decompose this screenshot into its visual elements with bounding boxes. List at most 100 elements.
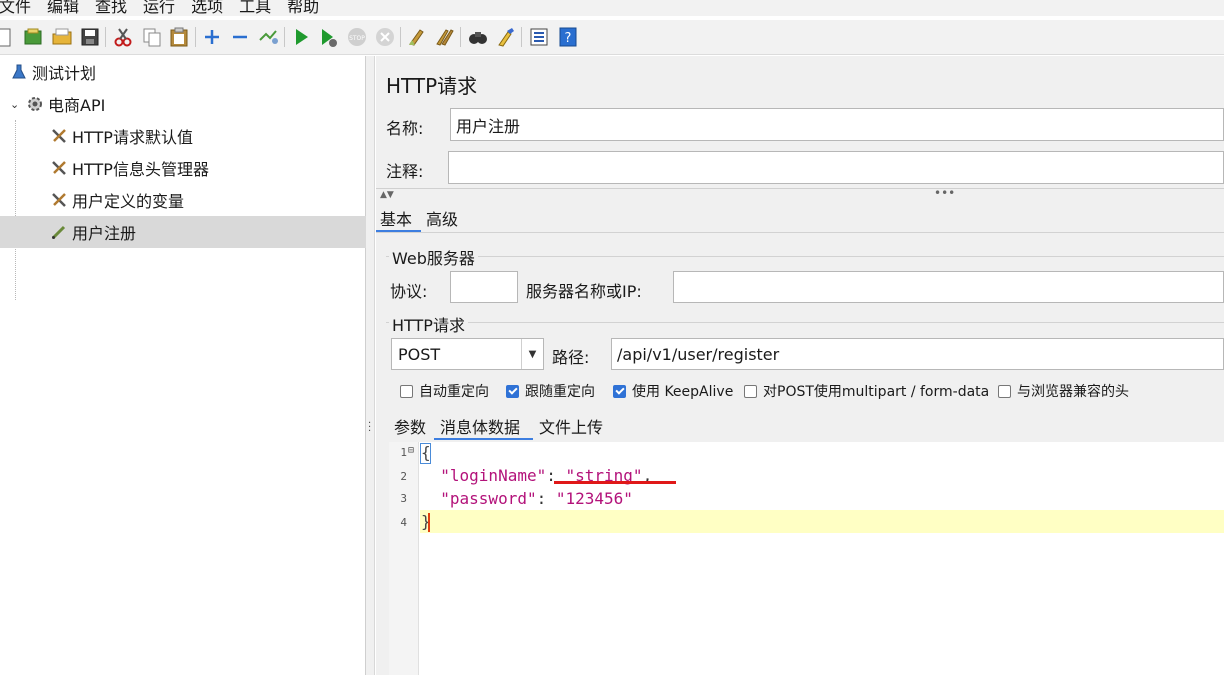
tree-item-thread-group[interactable]: ⌄ 电商API [0,88,366,120]
help-icon[interactable]: ? [557,26,579,48]
server-field[interactable] [673,271,1224,303]
code-key: "password" [440,489,537,508]
reset-search-icon[interactable] [495,26,517,48]
checkbox-box[interactable] [998,384,1011,398]
search-icon[interactable] [467,26,489,48]
paste-icon[interactable] [168,26,190,48]
path-field[interactable]: /api/v1/user/register [611,338,1224,370]
function-helper-icon[interactable] [528,26,550,48]
test-plan-tree: 测试计划 ⌄ 电商API HTTP请求默认值 HTTP信息头管理器 用户定义的变… [0,56,366,675]
svg-text:?: ? [565,31,572,46]
template-icon[interactable] [22,26,44,48]
annotation-underline [554,481,676,484]
shutdown-icon[interactable] [374,26,396,48]
config-tool-icon [50,127,68,145]
comment-label: 注释: [386,162,424,181]
group-border [386,256,1224,257]
tree-item-user-register[interactable]: 用户注册 [0,216,366,248]
clear-all-icon[interactable] [434,26,456,48]
collapse-arrows-icon[interactable]: ▲▼ [380,190,394,200]
menu-file[interactable]: 文件 [0,0,39,17]
web-server-group-title: Web服务器 [389,245,478,269]
fold-collapse-icon[interactable]: ⊟ [408,445,414,456]
follow-redirect-checkbox[interactable]: 跟随重定向 [506,381,595,401]
copy-icon[interactable] [141,26,163,48]
test-plan-icon [10,63,28,81]
menu-edit[interactable]: 编辑 [39,0,87,17]
code-line-3: "password": "123456" [421,489,633,508]
tab-parameters[interactable]: 参数 [394,414,426,438]
tab-basic[interactable]: 基本 [380,206,412,230]
tree-item-http-defaults[interactable]: HTTP请求默认值 [0,120,366,152]
menu-bar: 文件 编辑 查找 运行 选项 工具 帮助 [0,0,1224,16]
comment-field[interactable] [448,151,1224,184]
new-icon[interactable] [0,26,14,48]
stop-icon[interactable]: STOP [346,26,368,48]
auto-redirect-checkbox[interactable]: 自动重定向 [400,381,489,401]
toggle-icon[interactable] [257,26,279,48]
code-colon: : [536,489,556,508]
start-no-pause-icon[interactable] [317,26,339,48]
tab-advanced[interactable]: 高级 [426,206,458,230]
tab-body-data[interactable]: 消息体数据 [440,414,520,438]
tree-item-label: HTTP信息头管理器 [72,160,209,179]
browser-headers-checkbox[interactable]: 与浏览器兼容的头 [998,381,1129,401]
tree-item-label: 用户注册 [72,224,137,243]
checkbox-box[interactable] [744,384,757,398]
checkbox-label: 对POST使用multipart / form-data [763,384,990,400]
chevron-down-icon[interactable]: ▼ [521,339,543,369]
collapse-icon[interactable] [229,26,251,48]
splitter-grip-icon[interactable]: · · · [368,419,372,437]
line-number: 4 [400,516,407,529]
sampler-editor-panel: HTTP请求 名称: 用户注册 注释: ▲▼ ••• 基本 高级 Web服务器 … [376,56,1224,675]
tree-item-user-variables[interactable]: 用户定义的变量 [0,184,366,216]
start-icon[interactable] [290,26,312,48]
save-icon[interactable] [79,26,101,48]
panel-splitter[interactable]: · · · [366,56,375,675]
checkbox-box[interactable] [613,384,626,398]
method-select[interactable]: POST ▼ [391,338,544,370]
tree-item-label: 测试计划 [32,64,97,83]
menu-options[interactable]: 选项 [183,0,231,17]
checkbox-label: 与浏览器兼容的头 [1017,384,1129,400]
menu-search[interactable]: 查找 [87,0,135,17]
tree-item-header-manager[interactable]: HTTP信息头管理器 [0,152,366,184]
menu-run[interactable]: 运行 [135,0,183,17]
chevron-down-icon[interactable]: ⌄ [10,98,22,111]
open-icon[interactable] [51,26,73,48]
toolbar: STOP ? [0,20,1224,55]
checkbox-box[interactable] [506,384,519,398]
name-field[interactable]: 用户注册 [450,108,1224,141]
thread-group-gear-icon [26,95,44,113]
code-open-brace: { [421,443,431,462]
path-label: 路径: [552,348,590,367]
cut-icon[interactable] [112,26,134,48]
tab-body-data-indicator [434,438,533,440]
body-data-editor[interactable]: 1 ⊟ 2 3 4 { "loginName": "string", "pass… [389,442,1224,675]
menu-tools[interactable]: 工具 [231,0,279,17]
sampler-pen-icon [50,223,68,241]
collapse-divider[interactable]: ▲▼ ••• [376,186,1224,200]
expand-icon[interactable] [201,26,223,48]
checkbox-box[interactable] [400,384,413,398]
protocol-label: 协议: [390,282,428,301]
svg-text:STOP: STOP [349,35,365,42]
keepalive-checkbox[interactable]: 使用 KeepAlive [613,381,733,401]
checkbox-label: 使用 KeepAlive [632,384,734,400]
protocol-field[interactable] [450,271,518,303]
tab-file-upload[interactable]: 文件上传 [539,414,603,438]
page-title: HTTP请求 [386,74,478,98]
tree-item-test-plan[interactable]: 测试计划 [0,56,366,88]
current-line-highlight [420,510,1224,533]
server-label: 服务器名称或IP: [526,282,642,301]
clear-icon[interactable] [406,26,428,48]
tree-item-label: 用户定义的变量 [72,192,185,211]
divider-grip-icon[interactable]: ••• [934,186,955,200]
line-number: 3 [400,492,407,505]
multipart-checkbox[interactable]: 对POST使用multipart / form-data [744,381,989,401]
text-caret [428,513,430,532]
menu-help[interactable]: 帮助 [279,0,327,17]
line-number: 2 [400,470,407,483]
checkbox-label: 自动重定向 [419,384,489,400]
config-tool-icon [50,159,68,177]
